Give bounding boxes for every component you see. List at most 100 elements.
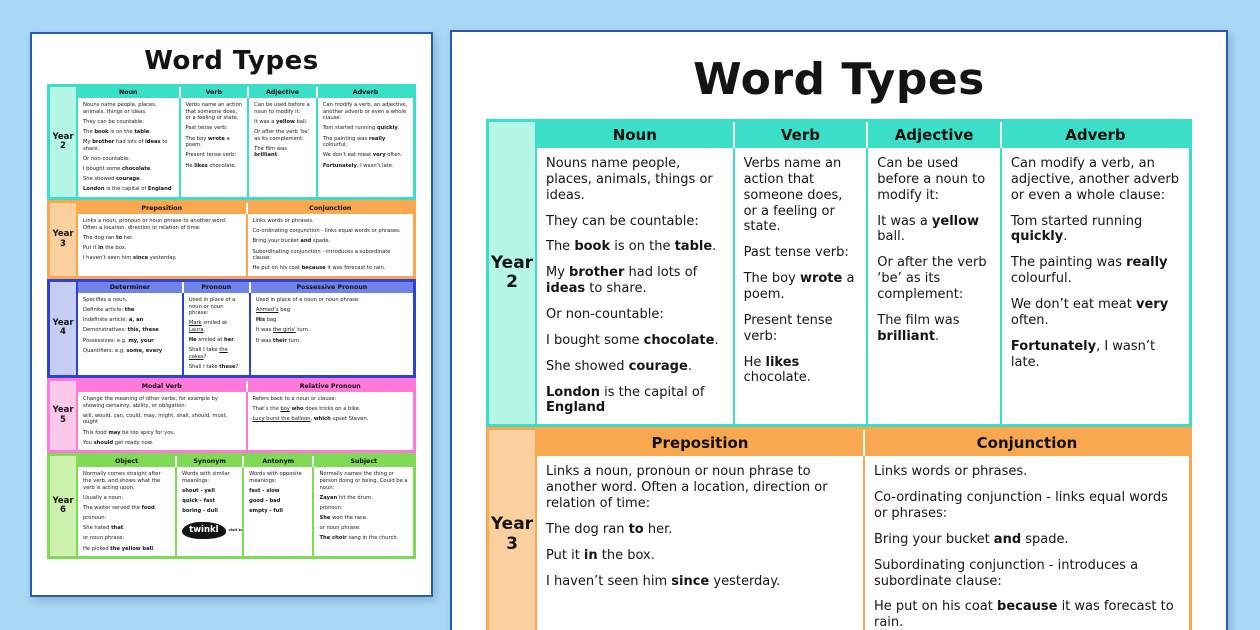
paragraph: She showed courage. — [546, 359, 724, 375]
year-4-section: Year4DeterminerPronounPossessive Pronoun… — [47, 279, 416, 378]
paragraph: It was a yellow ball. — [877, 214, 991, 246]
paragraph: Can be used before a noun to modify it: — [254, 102, 311, 115]
content-cell: Can be used before a noun to modify it: I… — [866, 148, 1000, 424]
content-cell: Nouns name people, places, animals, thin… — [537, 148, 733, 424]
content-cell: Links words or phrases.Co-ordinating con… — [246, 214, 414, 276]
paragraph: Can modify a verb, an adjective, another… — [323, 102, 408, 122]
paragraph: Quantifiers: e.g. some, every — [83, 348, 177, 355]
paragraph: The choir sang in the church. — [319, 535, 408, 542]
column-header: Noun — [537, 122, 733, 148]
year-5-section: Year5Modal VerbRelative PronounChange th… — [47, 378, 416, 453]
year-3-section: Year3PrepositionConjunctionLinks a noun,… — [486, 427, 1192, 630]
paragraph: Change the meaning of other verbs, for e… — [83, 396, 241, 409]
content-row: Nouns name people, places, animals, thin… — [78, 98, 413, 197]
paragraph: I bought some chocolate. — [546, 333, 724, 349]
content-row: Change the meaning of other verbs, for e… — [78, 392, 413, 450]
paragraph: Can modify a verb, an adjective, another… — [1011, 156, 1180, 204]
paragraph: Lucy burst the balloon, which upset Stev… — [253, 416, 409, 423]
paragraph: She hated that. — [83, 525, 170, 532]
paragraph: You should get ready now. — [83, 440, 241, 447]
twinkl-logo-blob: twinkl — [182, 522, 225, 539]
paragraph: Present tense verb: — [744, 313, 858, 345]
paragraph: Used in place of a noun or noun phrase: — [189, 297, 244, 317]
paragraph: Links words or phrases. — [253, 218, 409, 225]
paragraph: boring - dull — [182, 508, 237, 515]
year-label: Year5 — [50, 381, 78, 450]
column-header: Antonym — [242, 456, 312, 467]
year-2-section: Year2NounVerbAdjectiveAdverbNouns name p… — [486, 119, 1192, 427]
content-row: Links a noun, pronoun or noun phrase to … — [78, 214, 413, 276]
paragraph: Indefinite article: a, an — [83, 317, 177, 324]
paragraph: Put it in the box. — [83, 245, 241, 252]
paragraph: He picked the yellow ball. — [83, 546, 170, 553]
paragraph: or noun phrase: — [83, 535, 170, 542]
paragraph: Normally names the thing or person doing… — [319, 471, 408, 491]
header-row: DeterminerPronounPossessive Pronoun — [78, 282, 413, 293]
paragraph: Put it in the box. — [546, 548, 854, 564]
content-row: Nouns name people, places, animals, thin… — [537, 148, 1189, 424]
paragraph: The film was brilliant. — [254, 146, 311, 159]
paragraph: The dog ran to her. — [83, 235, 241, 242]
year-label: Year4 — [50, 282, 78, 375]
column-header: Preposition — [537, 430, 863, 456]
paragraph: or noun phrase: — [319, 525, 408, 532]
poster-zoomed-page: Word Types Year2NounVerbAdjectiveAdverbN… — [450, 30, 1228, 630]
paragraph: Shall I take the cakes? — [189, 347, 244, 360]
paragraph: Zayan hit the drum. — [319, 495, 408, 502]
section-body: Modal VerbRelative PronounChange the mea… — [78, 381, 413, 450]
paragraph: Links words or phrases. — [874, 464, 1180, 480]
year-3-section: Year3PrepositionConjunctionLinks a noun,… — [47, 200, 416, 279]
content-cell: Refers back to a noun or clause:That’s t… — [246, 392, 414, 450]
paragraph: Subordinating conjunction - introduces a… — [253, 249, 409, 262]
paragraph: We don’t eat meat very often. — [1011, 297, 1180, 329]
paragraph: Nouns name people, places, animals, thin… — [546, 156, 724, 204]
paragraph: He put on his coat because it was foreca… — [874, 599, 1180, 630]
paragraph: She won the race. — [319, 515, 408, 522]
year-label: Year2 — [489, 122, 537, 424]
paragraph: Or after the verb ‘be’ as its complement… — [877, 255, 991, 303]
paragraph: The book is on the table. — [546, 239, 724, 255]
paragraph: Can be used before a noun to modify it: — [877, 156, 991, 204]
year-label: Year3 — [489, 430, 537, 630]
content-cell: Normally names the thing or person doing… — [312, 467, 413, 556]
poster-thumbnail-page: Word Types Year2NounVerbAdjectiveAdverbN… — [30, 32, 433, 597]
word-types-table: Year2NounVerbAdjectiveAdverbNouns name p… — [47, 84, 416, 559]
column-header: Verb — [179, 87, 248, 98]
word-types-table: Year2NounVerbAdjectiveAdverbNouns name p… — [486, 119, 1192, 630]
paragraph: The painting was really colourful. — [1011, 255, 1180, 287]
paragraph: Words with similar meanings: — [182, 471, 237, 484]
column-header: Verb — [733, 122, 867, 148]
paragraph: Tom started running quickly. — [1011, 214, 1180, 246]
paragraph: Specifies a noun. — [83, 297, 177, 304]
paragraph: She showed courage. — [83, 176, 174, 183]
paragraph: Usually a noun: — [83, 495, 170, 502]
column-header: Conjunction — [246, 203, 414, 214]
content-cell: Links words or phrases.Co-ordinating con… — [863, 456, 1189, 630]
content-cell: Nouns name people, places, animals, thin… — [78, 98, 179, 197]
column-header: Possessive Pronoun — [249, 282, 413, 293]
paragraph: Present tense verb: — [186, 152, 243, 159]
paragraph: Subordinating conjunction - introduces a… — [874, 558, 1180, 590]
paragraph: It was the girls’ turn. — [256, 327, 408, 334]
column-header: Noun — [78, 87, 179, 98]
header-row: NounVerbAdjectiveAdverb — [78, 87, 413, 98]
column-header: Adjective — [866, 122, 1000, 148]
content-cell: Links a noun, pronoun or noun phrase to … — [78, 214, 246, 276]
paragraph: The painting was really colourful. — [323, 136, 408, 149]
paragraph: Definite article: the — [83, 307, 177, 314]
paragraph: My brother had lots of ideas to share. — [83, 139, 174, 152]
paragraph: They can be countable: — [83, 119, 174, 126]
paragraph: Or non-countable: — [546, 307, 724, 323]
column-header: Modal Verb — [78, 381, 246, 392]
paragraph: Or non-countable: — [83, 156, 174, 163]
paragraph: Past tense verb: — [744, 245, 858, 261]
paragraph: fast - slow — [249, 488, 307, 495]
paragraph: He likes chocolate. — [744, 355, 858, 387]
paragraph: Past tense verb: — [186, 125, 243, 132]
paragraph: It was their turn. — [256, 338, 408, 345]
year-label: Year2 — [50, 87, 78, 197]
header-row: PrepositionConjunction — [78, 203, 413, 214]
column-header: Pronoun — [182, 282, 249, 293]
paragraph: My brother had lots of ideas to share. — [546, 265, 724, 297]
paragraph: That’s the boy who does tricks on a bike… — [253, 406, 409, 413]
